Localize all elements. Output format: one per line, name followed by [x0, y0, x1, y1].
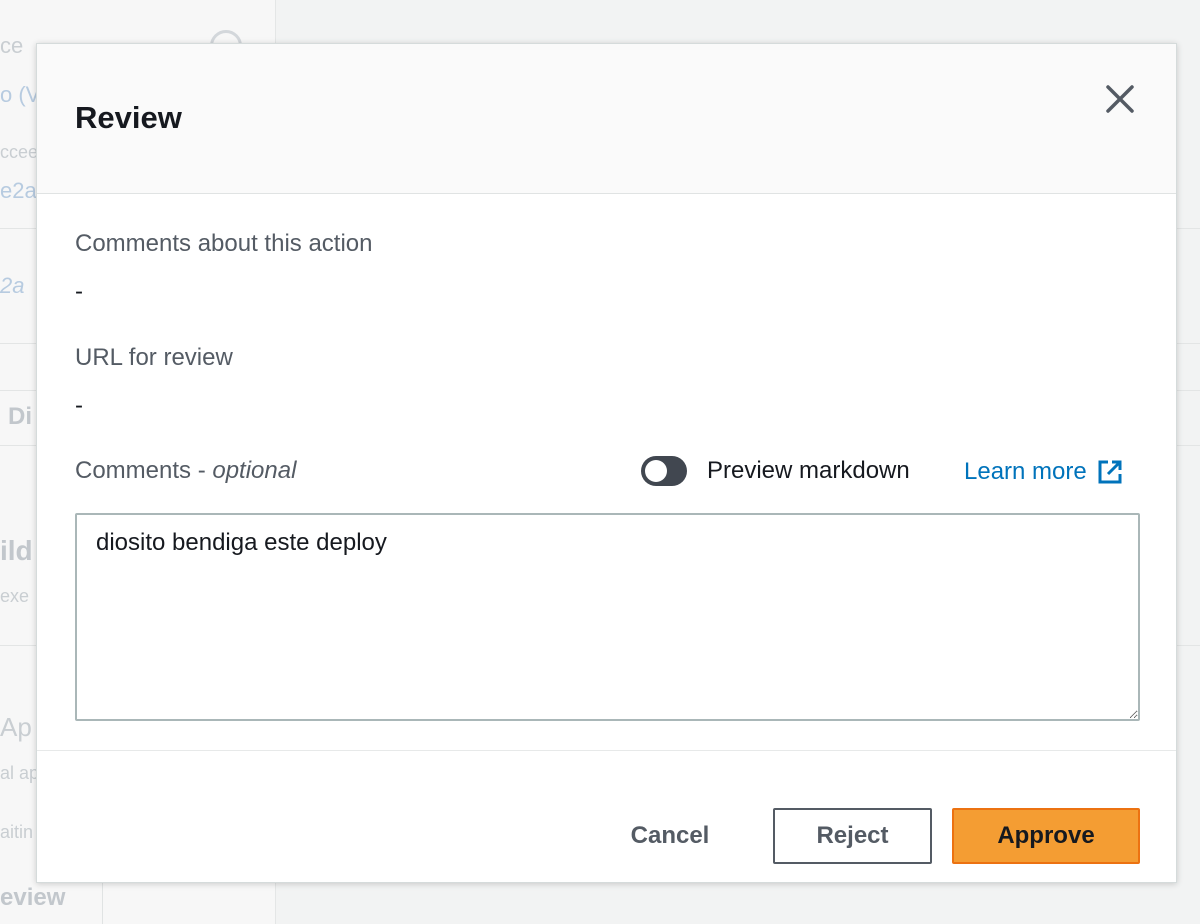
close-button[interactable]	[1100, 79, 1140, 119]
approve-button[interactable]: Approve	[952, 808, 1140, 864]
comments-textarea[interactable]: diosito bendiga este deploy	[75, 513, 1140, 721]
background-text: ild	[0, 535, 33, 566]
comments-about-action-label: Comments about this action	[75, 230, 373, 257]
background-text: aitin	[0, 822, 34, 842]
background-text: exe	[0, 586, 30, 606]
url-for-review-value: -	[75, 392, 83, 419]
toggle-knob	[645, 460, 667, 482]
review-modal: Review Comments about this action - URL …	[36, 43, 1177, 883]
modal-header: Review	[37, 44, 1176, 194]
background-text: Ap	[0, 712, 32, 742]
learn-more-link[interactable]: Learn more	[964, 458, 1123, 486]
background-text: e2a	[0, 178, 37, 203]
external-link-icon	[1098, 460, 1122, 484]
comments-label-text: Comments -	[75, 457, 213, 484]
comments-label: Comments - optional	[75, 457, 296, 485]
background-text: al ap	[0, 763, 40, 783]
modal-title: Review	[75, 100, 182, 135]
comments-label-optional: optional	[212, 457, 297, 484]
footer-divider	[37, 750, 1176, 751]
background-text: Di	[8, 403, 32, 430]
background-text: o (V	[0, 82, 41, 107]
comments-about-action-value: -	[75, 278, 83, 305]
preview-markdown-toggle[interactable]	[641, 456, 687, 486]
close-icon	[1106, 85, 1134, 113]
background-text: eview	[0, 884, 66, 911]
background-text: ccee	[0, 142, 39, 162]
url-for-review-label: URL for review	[75, 344, 233, 371]
preview-markdown-label: Preview markdown	[707, 457, 910, 484]
background-text: ce	[0, 33, 24, 58]
learn-more-label: Learn more	[964, 458, 1087, 485]
reject-button[interactable]: Reject	[773, 808, 932, 864]
cancel-button[interactable]: Cancel	[605, 808, 735, 864]
background-text: 2a	[0, 273, 25, 298]
